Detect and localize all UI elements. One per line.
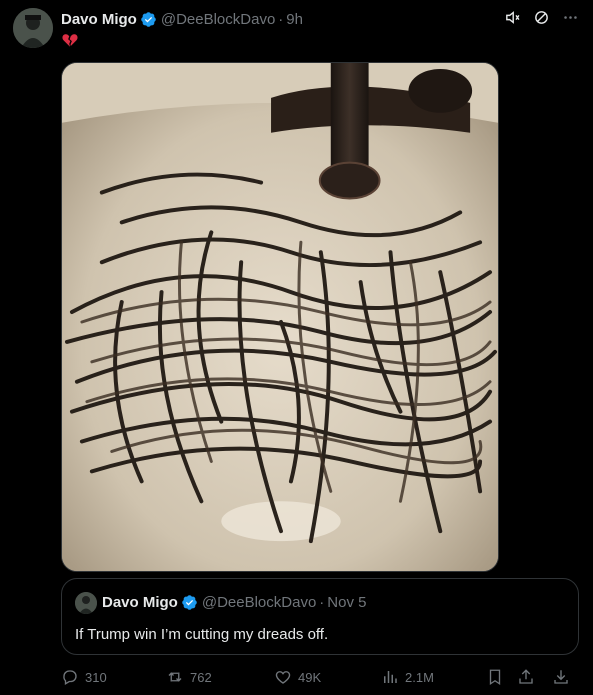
repost-icon	[168, 672, 182, 682]
tweet-header: Davo Migo @DeeBlockDavo · 9h	[61, 9, 303, 29]
like-count: 49K	[298, 669, 322, 685]
avatar-image	[13, 8, 53, 48]
views-chart-icon	[384, 671, 397, 683]
views-count: 2.1M	[405, 669, 434, 685]
download-icon	[554, 670, 568, 684]
repost-button[interactable]: 762	[166, 668, 212, 686]
quoted-separator: ·	[319, 594, 325, 611]
verified-badge-icon[interactable]	[140, 11, 157, 28]
broken-heart-emoji-icon	[62, 34, 78, 47]
heart-icon	[275, 671, 291, 684]
like-button[interactable]: 49K	[274, 668, 321, 686]
quoted-handle[interactable]: @DeeBlockDavo	[202, 594, 316, 611]
share-icon	[519, 669, 533, 684]
reply-icon	[63, 670, 77, 685]
sink-with-dreadlocks-image	[62, 63, 498, 571]
mute-icon[interactable]	[504, 9, 521, 26]
avatar[interactable]	[13, 8, 53, 48]
tweet-image[interactable]	[61, 62, 499, 572]
repost-count: 762	[190, 669, 212, 685]
reply-button[interactable]: 310	[61, 668, 107, 686]
separator: ·	[278, 10, 284, 28]
quoted-avatar[interactable]	[75, 592, 97, 614]
share-button[interactable]	[517, 668, 535, 686]
quoted-author-name[interactable]: Davo Migo	[102, 594, 178, 611]
quoted-timestamp[interactable]: Nov 5	[327, 594, 366, 611]
quoted-tweet[interactable]: Davo Migo @DeeBlockDavo · Nov 5 If Trump…	[61, 578, 579, 655]
views-button[interactable]: 2.1M	[381, 668, 434, 686]
tweet[interactable]: Davo Migo @DeeBlockDavo · 9h Davo Migo @…	[0, 0, 593, 695]
timestamp[interactable]: 9h	[286, 11, 303, 28]
bookmark-button[interactable]	[486, 668, 504, 686]
bookmark-icon	[489, 669, 501, 686]
top-right-actions	[504, 9, 579, 26]
more-options-icon[interactable]	[562, 9, 579, 26]
quoted-text: If Trump win I’m cutting my dreads off.	[75, 626, 329, 643]
quoted-header: Davo Migo @DeeBlockDavo · Nov 5	[102, 594, 366, 611]
quoted-verified-badge-icon[interactable]	[181, 594, 198, 611]
block-icon[interactable]	[533, 9, 550, 26]
reply-count: 310	[85, 669, 107, 685]
quoted-avatar-image	[75, 592, 97, 614]
author-handle[interactable]: @DeeBlockDavo	[161, 11, 275, 28]
author-name[interactable]: Davo Migo	[61, 11, 137, 28]
action-bar: 310 762 49K 2.1M	[61, 668, 579, 690]
download-button[interactable]	[552, 668, 570, 686]
